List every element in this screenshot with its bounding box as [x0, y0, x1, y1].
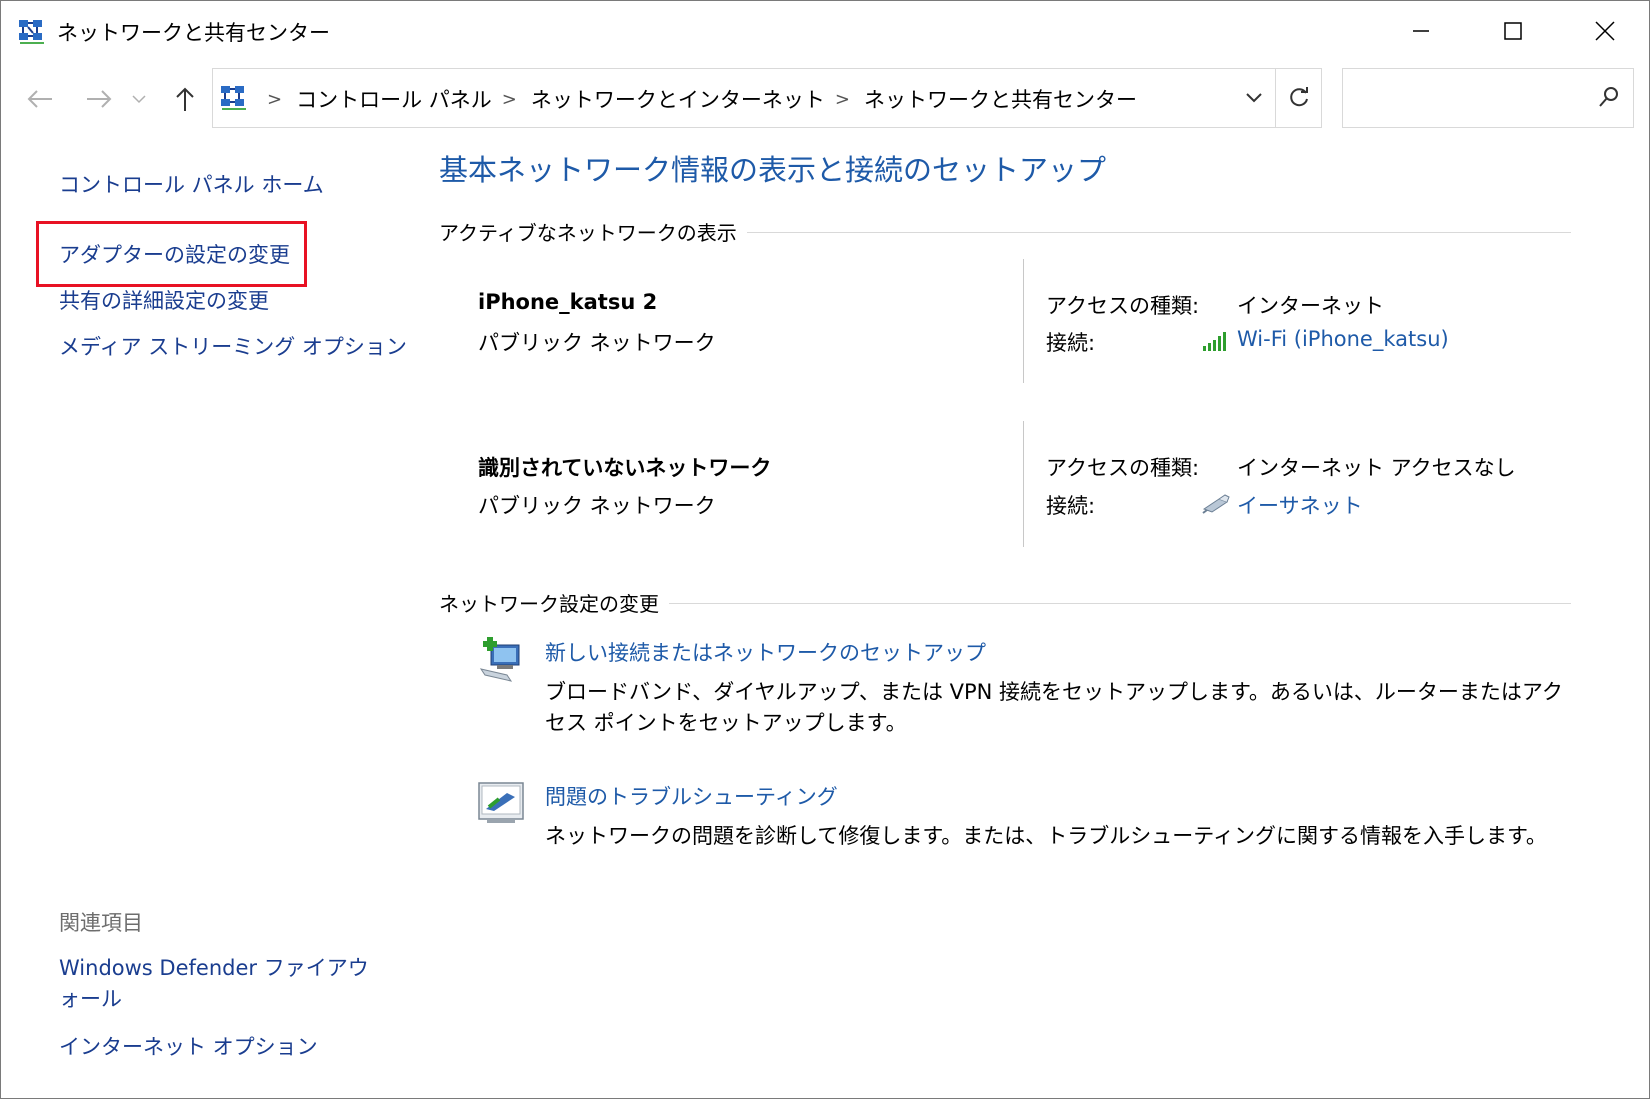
access-type-label: アクセスの種類: [1046, 456, 1200, 480]
chevron-down-icon [132, 95, 146, 104]
page-title: 基本ネットワーク情報の表示と接続のセットアップ [439, 153, 1107, 187]
network-name: iPhone_katsu 2 [478, 290, 658, 314]
active-networks-heading: アクティブなネットワークの表示 [439, 217, 747, 246]
wifi-connection-link[interactable]: Wi-Fi (iPhone_katsu) [1237, 327, 1449, 351]
wifi-signal-icon [1203, 332, 1226, 351]
divider [1023, 259, 1024, 383]
divider [651, 603, 1571, 604]
window-title: ネットワークと共有センター [57, 21, 330, 45]
search-icon [1599, 87, 1618, 107]
related-heading: 関連項目 [59, 911, 143, 935]
address-bar[interactable]: > コントロール パネル > ネットワークとインターネット > ネットワークと共… [212, 68, 1322, 128]
ethernet-connection-link[interactable]: イーサネット [1237, 490, 1363, 520]
network-type-link[interactable]: パブリック ネットワーク [478, 490, 716, 520]
sidebar-link-change-adapter-settings[interactable]: アダプターの設定の変更 [59, 239, 290, 269]
close-button[interactable] [1559, 1, 1651, 61]
troubleshoot-icon [478, 782, 524, 823]
network-center-icon [19, 20, 44, 44]
refresh-button[interactable] [1275, 69, 1322, 127]
access-type-value: インターネット アクセスなし [1237, 456, 1516, 480]
breadcrumb-separator: > [501, 88, 517, 110]
connection-label: 接続: [1046, 331, 1096, 355]
close-icon [1595, 21, 1615, 41]
minimize-icon [1413, 30, 1429, 32]
maximize-button[interactable] [1467, 1, 1559, 61]
search-input[interactable] [1342, 68, 1634, 128]
access-type-value: インターネット [1237, 294, 1384, 318]
sidebar-link-media-streaming[interactable]: メディア ストリーミング オプション [59, 331, 407, 361]
network-center-icon [221, 86, 246, 110]
sidebar-link-internet-options[interactable]: インターネット オプション [59, 1031, 318, 1061]
task-description: ネットワークの問題を診断して修復します。または、トラブルシューティングに関する情… [545, 824, 1547, 848]
back-arrow-icon [27, 90, 52, 108]
new-connection-icon [479, 637, 520, 682]
network-settings-heading: ネットワーク設定の変更 [439, 588, 669, 617]
task-description: ブロードバンド、ダイヤルアップ、または VPN 接続をセットアップします。あるい… [545, 680, 1563, 735]
access-type-label: アクセスの種類: [1046, 294, 1200, 318]
connection-label: 接続: [1046, 494, 1096, 518]
sidebar-link-control-panel-home[interactable]: コントロール パネル ホーム [59, 169, 324, 199]
recent-locations-button[interactable] [129, 81, 149, 117]
forward-arrow-icon [87, 90, 112, 108]
network-name: 識別されていないネットワーク [478, 456, 772, 480]
up-arrow-icon [176, 87, 194, 111]
back-button[interactable] [22, 81, 58, 117]
forward-button[interactable] [81, 81, 117, 117]
ethernet-icon [1202, 494, 1230, 514]
minimize-button[interactable] [1375, 1, 1467, 61]
refresh-icon [1290, 87, 1308, 107]
sidebar-link-advanced-sharing[interactable]: 共有の詳細設定の変更 [59, 285, 269, 315]
address-dropdown-button[interactable] [1233, 69, 1275, 127]
breadcrumb-separator: > [834, 88, 850, 110]
divider [1023, 421, 1024, 547]
maximize-icon [1504, 22, 1522, 40]
divider [721, 232, 1571, 233]
breadcrumb-control-panel[interactable]: コントロール パネル [296, 84, 492, 114]
up-button[interactable] [167, 81, 203, 117]
chevron-down-icon [1246, 93, 1262, 103]
title-bar: ネットワークと共有センター [1, 1, 1649, 61]
task-link-troubleshoot[interactable]: 問題のトラブルシューティング [545, 781, 838, 811]
network-type-link[interactable]: パブリック ネットワーク [478, 327, 716, 357]
breadcrumb-network-internet[interactable]: ネットワークとインターネット [531, 84, 825, 114]
breadcrumb-network-sharing-center[interactable]: ネットワークと共有センター [864, 84, 1137, 114]
breadcrumb-separator: > [267, 88, 283, 110]
network-sharing-center-window: ネットワークと共有センター > コントロール パネル > ネットワークとインター… [0, 0, 1650, 1099]
task-link-new-connection[interactable]: 新しい接続またはネットワークのセットアップ [545, 637, 986, 667]
breadcrumb: > コントロール パネル > ネットワークとインターネット > ネットワークと共… [257, 83, 1137, 115]
sidebar-link-defender-firewall[interactable]: Windows Defender ファイアウォール [59, 953, 389, 1015]
